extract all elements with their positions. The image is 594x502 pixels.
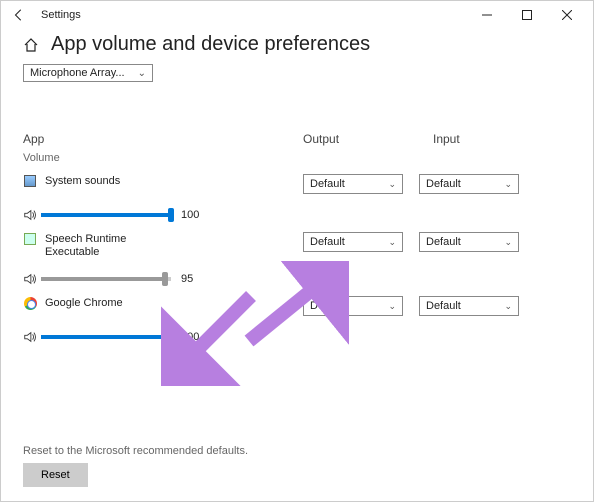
slider-track[interactable] xyxy=(41,277,171,281)
speaker-icon xyxy=(23,208,37,222)
output-select[interactable]: Default⌄ xyxy=(303,296,403,316)
output-select[interactable]: Default⌄ xyxy=(303,232,403,252)
input-select[interactable]: Default⌄ xyxy=(419,232,519,252)
titlebar: Settings xyxy=(1,1,593,29)
back-button[interactable] xyxy=(7,3,31,27)
microphone-dropdown-label: Microphone Array... xyxy=(30,67,125,79)
chrome-icon xyxy=(23,296,37,310)
speaker-icon xyxy=(23,330,37,344)
chevron-down-icon: ⌄ xyxy=(504,179,512,190)
app-name-line2: Executable xyxy=(45,246,303,258)
output-select[interactable]: Default⌄ xyxy=(303,174,403,194)
chevron-down-icon: ⌄ xyxy=(504,237,512,248)
home-icon[interactable] xyxy=(23,37,39,53)
system-sounds-icon xyxy=(23,174,37,188)
slider-value: 100 xyxy=(181,331,199,343)
minimize-button[interactable] xyxy=(467,1,507,29)
window-controls xyxy=(467,1,587,29)
settings-window: Settings App volume and device preferenc… xyxy=(0,0,594,502)
slider-track[interactable] xyxy=(41,213,171,217)
col-header-app: App xyxy=(23,132,303,146)
reset-description: Reset to the Microsoft recommended defau… xyxy=(23,445,571,457)
reset-section: Reset to the Microsoft recommended defau… xyxy=(23,445,571,487)
volume-subheader: Volume xyxy=(23,152,571,164)
app-block-google-chrome: Google Chrome Default⌄ Default⌄ xyxy=(23,296,571,316)
chevron-down-icon: ⌄ xyxy=(138,68,146,79)
input-select[interactable]: Default⌄ xyxy=(419,296,519,316)
window-title: Settings xyxy=(41,9,81,21)
slider-track[interactable] xyxy=(41,335,171,339)
chevron-down-icon: ⌄ xyxy=(504,301,512,312)
app-name: Speech Runtime xyxy=(45,233,126,245)
volume-slider-system-sounds[interactable]: 100 xyxy=(23,208,303,222)
col-header-input: Input xyxy=(433,132,563,146)
chevron-down-icon: ⌄ xyxy=(388,301,396,312)
slider-value: 100 xyxy=(181,209,199,221)
close-button[interactable] xyxy=(547,1,587,29)
page-header: App volume and device preferences xyxy=(1,29,593,64)
volume-slider-speech-runtime[interactable]: 95 xyxy=(23,272,303,286)
maximize-button[interactable] xyxy=(507,1,547,29)
chevron-down-icon: ⌄ xyxy=(388,237,396,248)
chevron-down-icon: ⌄ xyxy=(388,179,396,190)
app-block-system-sounds: System sounds Default⌄ Default⌄ xyxy=(23,174,571,194)
speaker-icon xyxy=(23,272,37,286)
microphone-dropdown[interactable]: Microphone Array... ⌄ xyxy=(23,64,153,82)
app-name: System sounds xyxy=(45,175,120,187)
content-area: App Output Input Volume System sounds De… xyxy=(1,82,593,362)
column-headers: App Output Input xyxy=(23,132,571,146)
slider-value: 95 xyxy=(181,273,193,285)
reset-button[interactable]: Reset xyxy=(23,463,88,487)
volume-slider-google-chrome[interactable]: 100 xyxy=(23,330,303,344)
input-select[interactable]: Default⌄ xyxy=(419,174,519,194)
col-header-output: Output xyxy=(303,132,433,146)
app-block-speech-runtime: Speech Runtime Executable Default⌄ Defau… xyxy=(23,232,571,258)
speech-runtime-icon xyxy=(23,232,37,246)
app-name: Google Chrome xyxy=(45,297,123,309)
page-title: App volume and device preferences xyxy=(51,33,370,56)
